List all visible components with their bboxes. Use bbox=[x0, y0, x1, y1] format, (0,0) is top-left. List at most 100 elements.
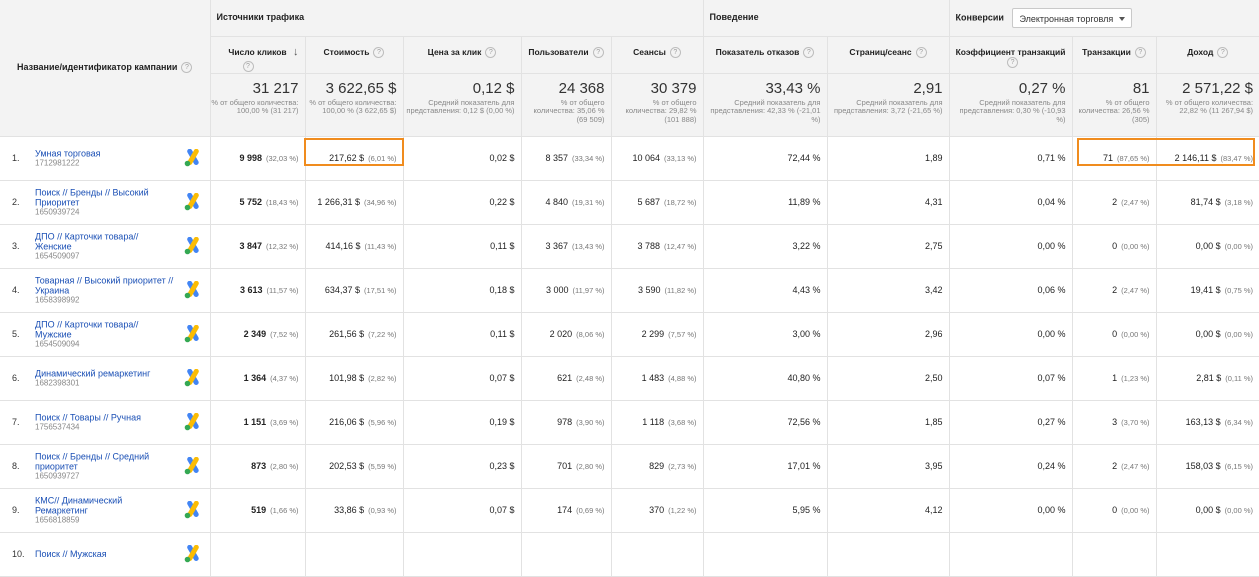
clicks-value: 2 349 bbox=[243, 329, 267, 339]
table-row[interactable]: 7. Поиск // Товары // Ручная 1756537434 1 1… bbox=[0, 400, 1259, 445]
help-icon[interactable]: ? bbox=[915, 46, 927, 58]
clicks-value: 1 151 bbox=[243, 417, 267, 427]
campaign-link[interactable]: КМС// Динамический Ремаркетинг bbox=[35, 496, 177, 516]
cell-clicks: 9 998 (32,03 %) bbox=[210, 136, 306, 181]
clicks-value: 519 bbox=[251, 505, 267, 515]
table-row[interactable]: 6. Динамический ремаркетинг 1682398301 1 36… bbox=[0, 356, 1259, 401]
campaign-link[interactable]: Умная торговая bbox=[35, 149, 177, 159]
help-icon[interactable]: ? bbox=[1217, 46, 1229, 58]
help-icon[interactable]: ? bbox=[373, 46, 385, 58]
bounce-value: 3,00 % bbox=[792, 329, 821, 339]
metric-header-revenue[interactable]: Доход? bbox=[1156, 36, 1259, 74]
rev-value: 81,74 $ bbox=[1190, 197, 1221, 207]
metric-header-sessions[interactable]: Сеансы? bbox=[611, 36, 704, 74]
table-row[interactable]: 8. Поиск // Бренды // Средний приоритет 16… bbox=[0, 444, 1259, 489]
total-cpc: 0,12 $ Средний показатель для представлен… bbox=[403, 73, 522, 137]
total-pages-value: 2,91 bbox=[913, 79, 943, 97]
cell-bounce bbox=[703, 532, 828, 577]
table-row[interactable]: 9. КМС// Динамический Ремаркетинг 16568188… bbox=[0, 488, 1259, 533]
clicks-percent: (7,52 %) bbox=[270, 330, 299, 339]
metric-header-clicks[interactable]: Число кликов ↓? bbox=[210, 36, 306, 74]
cost-percent: (34,96 %) bbox=[363, 198, 397, 207]
cell-bounce: 4,43 % bbox=[703, 268, 828, 313]
table-row[interactable]: 5. ДПО // Карточки товара// Мужские 165450… bbox=[0, 312, 1259, 357]
clicks-value: 9 998 bbox=[239, 153, 262, 163]
conversions-group-header: Конверсии Электронная торговля bbox=[949, 0, 1259, 37]
table-row[interactable]: 2. Поиск // Бренды // Высокий Приоритет 16… bbox=[0, 180, 1259, 225]
clicks-percent: (1,66 %) bbox=[270, 506, 299, 515]
campaign-link[interactable]: Динамический ремаркетинг bbox=[35, 369, 177, 379]
help-icon[interactable]: ? bbox=[1007, 56, 1019, 68]
cpc-value: 0,07 $ bbox=[489, 505, 515, 515]
help-icon[interactable]: ? bbox=[1134, 46, 1146, 58]
google-ads-icon bbox=[183, 368, 203, 387]
cell-conv: 0,00 % bbox=[949, 488, 1073, 533]
rev-percent: (0,00 %) bbox=[1224, 506, 1254, 515]
cell-pages bbox=[827, 532, 950, 577]
cell-tr: 0 (0,00 %) bbox=[1072, 488, 1157, 533]
tr-percent: (2,47 %) bbox=[1121, 286, 1150, 295]
metric-header-cost[interactable]: Стоимость? bbox=[305, 36, 404, 74]
total-bounce-note: Средний показатель для представления: 42… bbox=[710, 97, 821, 124]
campaign-id: 1650939727 bbox=[35, 471, 80, 481]
cell-pages: 4,12 bbox=[827, 488, 950, 533]
bounce-value: 40,80 % bbox=[787, 373, 821, 383]
cell-rev: 0,00 $ (0,00 %) bbox=[1156, 312, 1259, 357]
sort-down-icon[interactable]: ↓ bbox=[293, 46, 299, 58]
total-revenue-note: % от общего количества: 22,82 % (11 267,… bbox=[1165, 97, 1254, 115]
cell-tr bbox=[1072, 532, 1157, 577]
campaign-link[interactable]: Поиск // Товары // Ручная bbox=[35, 413, 177, 423]
campaign-link[interactable]: ДПО // Карточки товара// Мужские bbox=[35, 320, 177, 340]
campaign-id: 1756537434 bbox=[35, 422, 80, 432]
help-icon[interactable]: ? bbox=[592, 46, 604, 58]
campaign-link[interactable]: ДПО // Карточки товара// Женские bbox=[35, 232, 177, 252]
cell-pages: 3,95 bbox=[827, 444, 950, 489]
google-ads-icon bbox=[183, 456, 203, 475]
table-row[interactable]: 10. Поиск // Мужская bbox=[0, 532, 1259, 577]
campaign-link[interactable]: Поиск // Мужская bbox=[35, 549, 177, 559]
row-number: 8. bbox=[12, 461, 20, 471]
metric-header-cpc[interactable]: Цена за клик? bbox=[403, 36, 522, 74]
table-row[interactable]: 1. Умная торговая 1712981222 9 998 (32,03 %)… bbox=[0, 136, 1259, 181]
rev-value: 2 146,11 $ bbox=[1174, 153, 1217, 163]
campaign-name-header[interactable]: Название/идентификатор кампании? bbox=[0, 0, 211, 137]
total-clicks: 31 217% от общего количества: 100,00 % (… bbox=[210, 73, 306, 137]
conversion-type-select[interactable]: Электронная торговля bbox=[1012, 8, 1133, 28]
cell-bounce: 17,01 % bbox=[703, 444, 828, 489]
cell-rev: 19,41 $ (0,75 %) bbox=[1156, 268, 1259, 313]
help-icon[interactable]: ? bbox=[485, 46, 497, 58]
sessions-value: 829 bbox=[649, 461, 665, 471]
users-header-label: Пользователи bbox=[528, 46, 589, 57]
total-transactions-value: 81 bbox=[1132, 79, 1150, 97]
cpc-value: 0,22 $ bbox=[489, 197, 515, 207]
metric-header-bounce[interactable]: Показатель отказов? bbox=[703, 36, 828, 74]
metric-header-transactions[interactable]: Транзакции? bbox=[1072, 36, 1157, 74]
total-conv_rate-note: Средний показатель для представления: 0,… bbox=[959, 97, 1066, 124]
help-icon[interactable]: ? bbox=[242, 60, 254, 72]
cell-bounce: 3,22 % bbox=[703, 224, 828, 269]
metric-header-users[interactable]: Пользователи? bbox=[521, 36, 612, 74]
campaign-link[interactable]: Поиск // Бренды // Высокий Приоритет bbox=[35, 188, 177, 208]
total-conv_rate-value: 0,27 % bbox=[1018, 79, 1066, 97]
tr-value: 0 bbox=[1112, 329, 1118, 339]
metric-header-conv-rate[interactable]: Коэффициент транзакций? bbox=[949, 36, 1073, 74]
cell-clicks: 2 349 (7,52 %) bbox=[210, 312, 306, 357]
conv-value: 0,06 % bbox=[1037, 285, 1066, 295]
conv-value: 0,00 % bbox=[1037, 329, 1066, 339]
help-icon[interactable]: ? bbox=[181, 62, 193, 74]
help-icon[interactable]: ? bbox=[669, 46, 681, 58]
campaign-link[interactable]: Поиск // Бренды // Средний приоритет bbox=[35, 452, 177, 472]
cell-bounce: 11,89 % bbox=[703, 180, 828, 225]
campaign-cell: 1. Умная торговая 1712981222 bbox=[0, 136, 211, 181]
help-icon[interactable]: ? bbox=[803, 46, 815, 58]
table-row[interactable]: 3. ДПО // Карточки товара// Женские 165450… bbox=[0, 224, 1259, 269]
revenue-header-label: Доход bbox=[1187, 46, 1214, 57]
sessions-value: 5 687 bbox=[637, 197, 660, 207]
cell-cost: 202,53 $ (5,59 %) bbox=[305, 444, 404, 489]
metric-header-pages[interactable]: Страниц/сеанс? bbox=[827, 36, 950, 74]
cost-value: 634,37 $ bbox=[324, 285, 360, 295]
campaign-link[interactable]: Товарная // Высокий приоритет //Украина bbox=[35, 276, 177, 296]
table-row[interactable]: 4. Товарная // Высокий приоритет //Украин… bbox=[0, 268, 1259, 313]
cell-users: 174 (0,69 %) bbox=[521, 488, 612, 533]
total-cpc-note: Средний показатель для представления: 0,… bbox=[406, 97, 515, 115]
